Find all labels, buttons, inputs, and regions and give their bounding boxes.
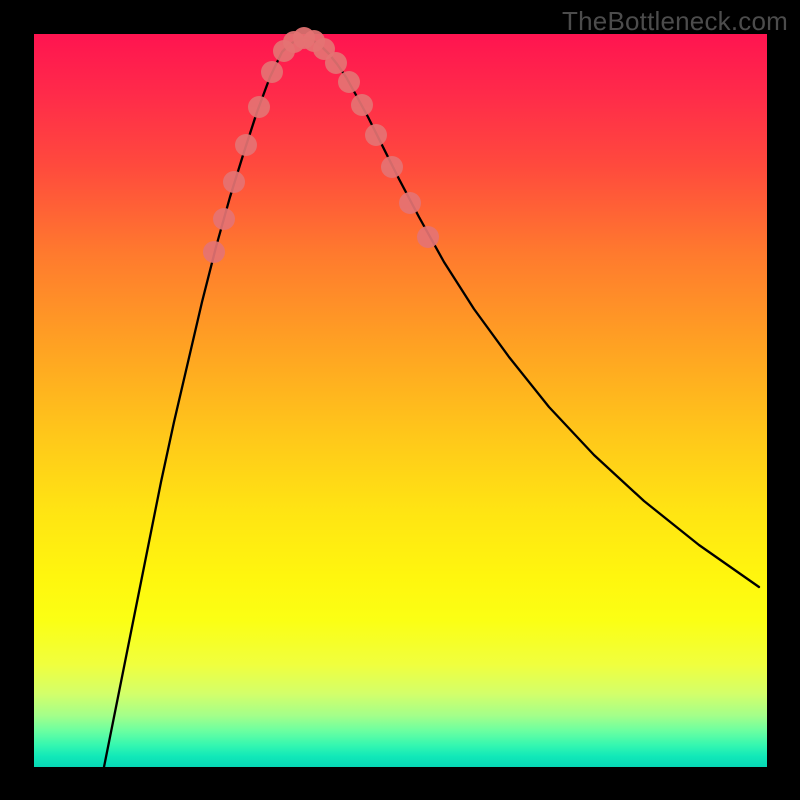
curve-marker bbox=[381, 156, 403, 178]
curve-marker bbox=[351, 94, 373, 116]
curve-marker bbox=[325, 52, 347, 74]
marker-group bbox=[203, 27, 439, 263]
watermark-text: TheBottleneck.com bbox=[562, 6, 788, 37]
curve-marker bbox=[203, 241, 225, 263]
curve-marker bbox=[399, 192, 421, 214]
curve-marker bbox=[261, 61, 283, 83]
plot-area bbox=[34, 34, 767, 767]
curve-marker bbox=[338, 71, 360, 93]
curve-marker bbox=[365, 124, 387, 146]
bottleneck-curve bbox=[104, 38, 759, 767]
curve-marker bbox=[248, 96, 270, 118]
curve-marker bbox=[417, 226, 439, 248]
curve-marker bbox=[213, 208, 235, 230]
curve-marker bbox=[223, 171, 245, 193]
curve-marker bbox=[235, 134, 257, 156]
chart-svg bbox=[34, 34, 767, 767]
chart-frame: TheBottleneck.com bbox=[0, 0, 800, 800]
